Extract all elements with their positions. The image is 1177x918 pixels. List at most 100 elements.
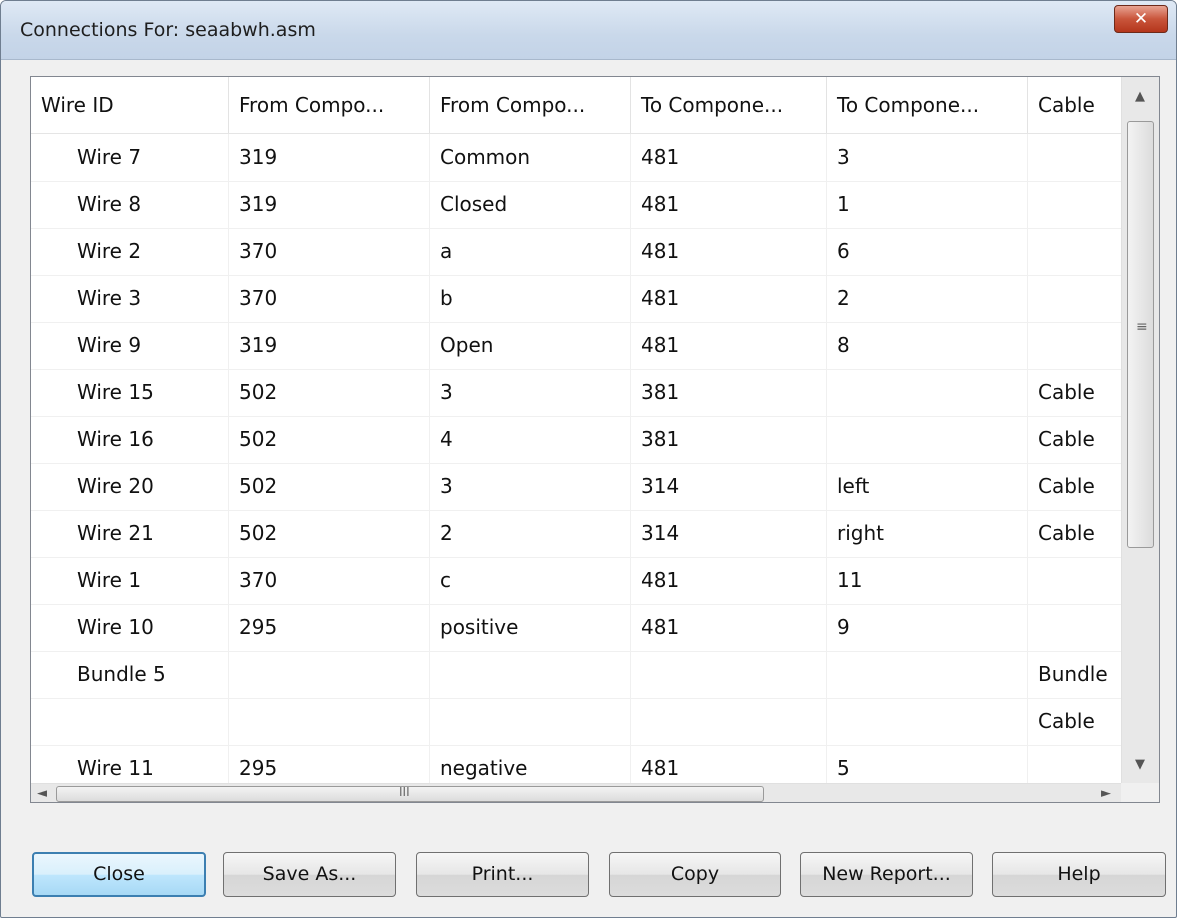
cell-from-component: 319 [229,322,430,369]
cell-cable [1028,557,1121,604]
cell-to-component: 481 [631,275,827,322]
cell-cable: Cable [1038,521,1095,545]
table-row[interactable]: Bundle 5 Bundle [31,651,1121,699]
cell-wire-id: Wire 20 [31,463,229,510]
help-button[interactable]: Help [992,852,1166,897]
table-row[interactable]: Wire 3 370 b 481 2 [31,275,1121,323]
cell-cable: Bundle [1038,662,1108,686]
window-close-button[interactable]: ✕ [1114,5,1168,33]
window-title: Connections For: seaabwh.asm [20,19,316,41]
cell-to-component: 381 [631,416,827,463]
connections-dialog: Connections For: seaabwh.asm ✕ Wire ID F… [0,0,1177,918]
cell-wire-id: Wire 1 [31,557,229,604]
cell-to-pin [827,698,1028,745]
cell-wire-id [31,698,229,745]
save-as-button[interactable]: Save As... [223,852,396,897]
cell-from-pin: 3 [430,463,631,510]
connections-table[interactable]: Wire ID From Compo... From Compo... To C… [30,76,1160,803]
cell-from-component [229,698,430,745]
cell-wire-id: Wire 9 [31,322,229,369]
cell-to-component: 481 [631,181,827,228]
table-row[interactable]: Wire 10 295 positive 481 9 [31,604,1121,652]
column-header-from-component[interactable]: From Compo... [229,77,430,133]
cell-cable [1028,228,1121,275]
title-bar[interactable]: Connections For: seaabwh.asm ✕ [1,1,1176,60]
cell-from-pin: Open [430,322,631,369]
cell-from-component: 370 [229,228,430,275]
cell-wire-id: Wire 21 [31,510,229,557]
column-header-to-component[interactable]: To Compone... [631,77,827,133]
cell-to-pin [827,651,1028,698]
grip-icon: ≡ [1136,319,1148,335]
cell-to-component: 314 [631,510,827,557]
column-header-cable[interactable]: Cable [1028,77,1121,133]
table-row[interactable]: Wire 7 319 Common 481 3 [31,134,1121,182]
table-row[interactable]: Wire 9 319 Open 481 8 [31,322,1121,370]
cell-from-pin: 4 [430,416,631,463]
table-row[interactable]: Wire 8 319 Closed 481 1 [31,181,1121,229]
cell-to-component [631,698,827,745]
cell-cable [1028,322,1121,369]
cell-cable [1028,134,1121,181]
cell-wire-id: Wire 7 [31,134,229,181]
column-header-to-component-pin[interactable]: To Compone... [827,77,1028,133]
cell-to-component: 481 [631,228,827,275]
table-row[interactable]: Wire 16 502 4 381 Cable [31,416,1121,464]
scroll-left-icon[interactable]: ◄ [37,786,47,801]
column-header-from-component-pin[interactable]: From Compo... [430,77,631,133]
cell-cable: Cable [1038,474,1095,498]
cell-from-component: 502 [229,510,430,557]
cell-to-pin: 6 [827,228,1028,275]
cell-from-pin: a [430,228,631,275]
cell-to-pin [827,369,1028,416]
cell-to-component: 481 [631,604,827,651]
vertical-scrollbar[interactable]: ▲ ≡ ▼ [1121,77,1159,783]
cell-from-component: 319 [229,181,430,228]
cell-wire-id: Wire 16 [31,416,229,463]
cell-to-pin: 2 [827,275,1028,322]
table-header: Wire ID From Compo... From Compo... To C… [31,77,1121,134]
table-row[interactable]: Wire 1 370 c 481 11 [31,557,1121,605]
cell-to-component [631,651,827,698]
cell-wire-id: Bundle 5 [31,651,229,698]
cell-to-pin: 11 [827,557,1028,604]
cell-from-component: 502 [229,369,430,416]
scrollbar-corner [1121,783,1159,802]
close-icon: ✕ [1133,9,1149,29]
cell-cable [1028,275,1121,322]
cell-to-pin: left [827,463,1028,510]
horizontal-scrollbar[interactable]: ◄ III ► [31,783,1121,802]
cell-to-pin: 1 [827,181,1028,228]
cell-from-component: 502 [229,416,430,463]
cell-from-component: 295 [229,604,430,651]
table-row[interactable]: Cable [31,698,1121,746]
grip-icon: III [399,785,410,799]
cell-cable [1028,181,1121,228]
cell-to-pin: right [827,510,1028,557]
cell-cable: Cable [1038,427,1095,451]
horizontal-scroll-thumb[interactable]: III [56,785,764,802]
cell-from-pin: Common [430,134,631,181]
column-header-wire-id[interactable]: Wire ID [31,77,229,133]
vertical-scroll-thumb[interactable]: ≡ [1127,121,1154,548]
cell-from-pin: 2 [430,510,631,557]
table-row[interactable]: Wire 20 502 3 314 left Cable [31,463,1121,511]
cell-to-component: 481 [631,134,827,181]
cell-from-pin [430,651,631,698]
cell-wire-id: Wire 3 [31,275,229,322]
table-row[interactable]: Wire 15 502 3 381 Cable [31,369,1121,417]
copy-button[interactable]: Copy [609,852,781,897]
scroll-down-icon[interactable]: ▼ [1135,757,1145,772]
new-report-button[interactable]: New Report... [800,852,973,897]
cell-from-component: 502 [229,463,430,510]
print-button[interactable]: Print... [416,852,589,897]
scroll-up-icon[interactable]: ▲ [1135,89,1145,104]
cell-from-pin: Closed [430,181,631,228]
table-row[interactable]: Wire 21 502 2 314 right Cable [31,510,1121,558]
cell-to-pin: 9 [827,604,1028,651]
table-row[interactable]: Wire 2 370 a 481 6 [31,228,1121,276]
scroll-right-icon[interactable]: ► [1101,786,1111,801]
cell-from-component: 370 [229,275,430,322]
cell-from-pin: 3 [430,369,631,416]
close-button[interactable]: Close [32,852,206,897]
